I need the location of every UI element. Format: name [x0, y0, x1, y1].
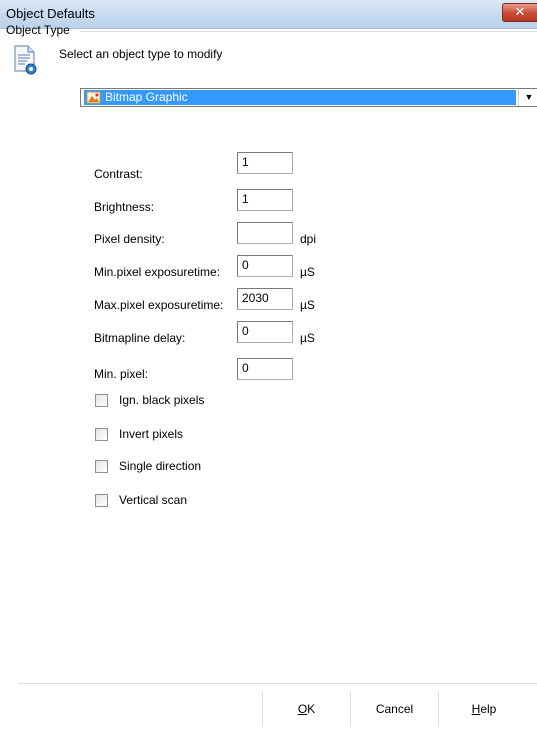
object-type-dropdown[interactable]: Bitmap Graphic ▼ [80, 88, 537, 107]
bitmap-graphic-icon [86, 91, 101, 104]
bitmapline-delay-unit: µS [300, 331, 315, 345]
group-label: Object Type [6, 23, 70, 37]
ok-label: K [307, 702, 316, 716]
help-label: elp [480, 702, 497, 716]
brightness-label: Brightness: [94, 200, 155, 214]
dialog-body: Object Type Select an object type to mod… [0, 23, 537, 755]
checkbox-label: Ign. black pixels [119, 393, 205, 407]
pixel-density-label: Pixel density: [94, 232, 165, 246]
bitmapline-delay-label: Bitmapline delay: [94, 331, 186, 345]
min-pixel-field[interactable]: 0 [237, 358, 293, 380]
min-exposure-label: Min.pixel exposuretime: [94, 265, 221, 279]
checkbox-box[interactable] [95, 494, 108, 507]
chevron-down-icon: ▼ [524, 92, 534, 102]
selected-option: Bitmap Graphic [84, 90, 516, 105]
checkbox-label: Vertical scan [119, 493, 188, 507]
document-settings-icon [14, 45, 37, 75]
pixel-density-field[interactable] [237, 222, 293, 244]
help-button[interactable]: Help [439, 696, 529, 722]
close-button[interactable]: ✕ [502, 3, 537, 22]
min-exposure-unit: µS [300, 265, 315, 279]
min-exposure-field[interactable]: 0 [237, 255, 293, 277]
ok-mnemonic: O [297, 702, 308, 716]
instruction-text: Select an object type to modify [59, 47, 223, 61]
window-title: Object Defaults [6, 6, 95, 21]
bitmapline-delay-field[interactable]: 0 [237, 321, 293, 343]
checkbox-label: Invert pixels [119, 427, 184, 441]
footer-divider [18, 683, 537, 684]
cancel-button[interactable]: Cancel [351, 696, 438, 722]
max-exposure-label: Max.pixel exposuretime: [94, 298, 224, 312]
checkbox-label: Single direction [119, 459, 202, 473]
title-bar: Object Defaults ✕ [0, 0, 537, 29]
checkbox-box[interactable] [95, 428, 108, 441]
checkbox-box[interactable] [95, 460, 108, 473]
ok-button[interactable]: OK [263, 696, 350, 722]
max-exposure-unit: µS [300, 298, 315, 312]
contrast-field[interactable]: 1 [237, 152, 293, 174]
dropdown-arrow[interactable]: ▼ [518, 89, 537, 106]
min-pixel-label: Min. pixel: [94, 367, 149, 381]
contrast-label: Contrast: [94, 167, 143, 181]
group-divider [80, 31, 537, 32]
selected-object-type: Bitmap Graphic [105, 90, 188, 104]
close-icon: ✕ [514, 4, 526, 19]
brightness-field[interactable]: 1 [237, 189, 293, 211]
checkbox-box[interactable] [95, 394, 108, 407]
max-exposure-field[interactable]: 2030 [237, 288, 293, 310]
pixel-density-unit: dpi [300, 232, 317, 246]
